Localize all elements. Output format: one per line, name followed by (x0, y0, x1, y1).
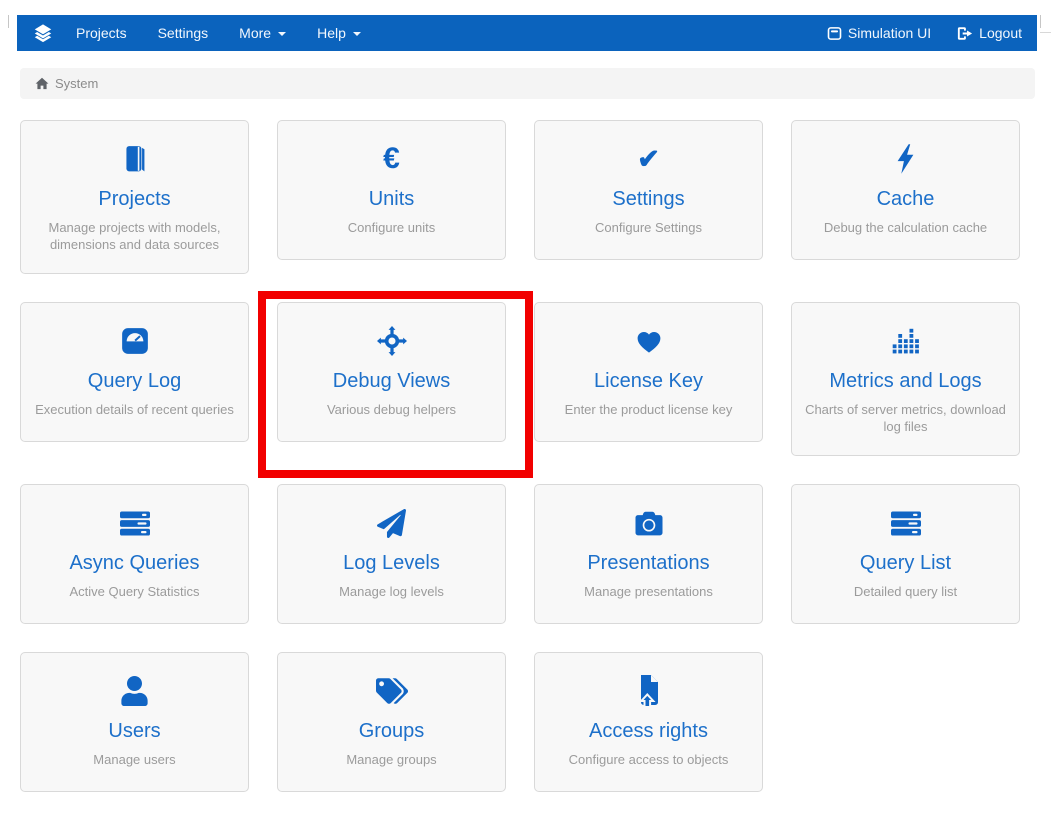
card-title: Access rights (543, 719, 754, 743)
navbar-right: Simulation UI Logout (827, 25, 1022, 41)
frame-artifact (1040, 32, 1051, 33)
card-description: Various debug helpers (286, 401, 497, 418)
nav-item-logout[interactable]: Logout (957, 25, 1022, 41)
tasks-icon (800, 506, 1011, 540)
equalizer-icon (800, 324, 1011, 358)
frame-artifact (1040, 15, 1041, 28)
card-async-queries[interactable]: Async Queries Active Query Statistics (20, 484, 249, 624)
tasks-icon (29, 506, 240, 540)
heart-icon (543, 324, 754, 358)
card-units[interactable]: € Units Configure units (277, 120, 506, 260)
card-description: Manage log levels (286, 583, 497, 600)
card-description: Active Query Statistics (29, 583, 240, 600)
card-log-levels[interactable]: Log Levels Manage log levels (277, 484, 506, 624)
navbar-left: Projects Settings More Help (76, 25, 361, 41)
card-description: Manage users (29, 751, 240, 768)
nav-item-label: More (239, 25, 271, 41)
card-title: Log Levels (286, 551, 497, 575)
home-icon (35, 77, 49, 90)
card-debug-views[interactable]: Debug Views Various debug helpers (277, 302, 506, 442)
breadcrumb-label: System (55, 76, 98, 91)
user-icon (29, 674, 240, 708)
card-description: Debug the calculation cache (800, 219, 1011, 236)
nav-item-settings[interactable]: Settings (158, 25, 209, 41)
camera-icon (543, 506, 754, 540)
nav-item-label: Help (317, 25, 346, 41)
file-upload-icon (543, 674, 754, 708)
card-license-key[interactable]: License Key Enter the product license ke… (534, 302, 763, 442)
cards-grid: Projects Manage projects with models, di… (17, 120, 1037, 792)
book-icon (29, 142, 240, 176)
card-title: Debug Views (286, 369, 497, 393)
check-icon: ✔ (543, 142, 754, 176)
card-title: Cache (800, 187, 1011, 211)
card-description: Configure Settings (543, 219, 754, 236)
euro-icon: € (286, 142, 497, 176)
card-title: Query Log (29, 369, 240, 393)
card-description: Detailed query list (800, 583, 1011, 600)
scale-icon (29, 324, 240, 358)
breadcrumb-item-system[interactable]: System (35, 76, 98, 91)
card-title: Users (29, 719, 240, 743)
card-description: Enter the product license key (543, 401, 754, 418)
card-description: Configure access to objects (543, 751, 754, 768)
card-description: Charts of server metrics, download log f… (800, 401, 1011, 435)
bolt-icon (800, 142, 1011, 176)
caret-down-icon (278, 32, 286, 36)
card-description: Manage groups (286, 751, 497, 768)
caret-down-icon (353, 32, 361, 36)
card-groups[interactable]: Groups Manage groups (277, 652, 506, 792)
nav-item-simulation-ui[interactable]: Simulation UI (827, 25, 931, 41)
nav-item-more[interactable]: More (239, 25, 286, 41)
card-description: Configure units (286, 219, 497, 236)
logout-icon (957, 26, 973, 41)
card-title: Presentations (543, 551, 754, 575)
card-presentations[interactable]: Presentations Manage presentations (534, 484, 763, 624)
card-title: Query List (800, 551, 1011, 575)
page: Projects Settings More Help (17, 15, 1037, 792)
card-query-list[interactable]: Query List Detailed query list (791, 484, 1020, 624)
card-title: Settings (543, 187, 754, 211)
card-projects[interactable]: Projects Manage projects with models, di… (20, 120, 249, 274)
nav-item-label: Settings (158, 25, 209, 41)
card-query-log[interactable]: Query Log Execution details of recent qu… (20, 302, 249, 442)
frame-artifact (8, 15, 9, 28)
card-title: License Key (543, 369, 754, 393)
card-title: Groups (286, 719, 497, 743)
crosshairs-icon (286, 324, 497, 358)
window-icon (827, 26, 842, 41)
top-navbar: Projects Settings More Help (17, 15, 1037, 51)
card-title: Metrics and Logs (800, 369, 1011, 393)
card-cache[interactable]: Cache Debug the calculation cache (791, 120, 1020, 260)
card-access-rights[interactable]: Access rights Configure access to object… (534, 652, 763, 792)
card-description: Execution details of recent queries (29, 401, 240, 418)
nav-item-label: Projects (76, 25, 127, 41)
card-users[interactable]: Users Manage users (20, 652, 249, 792)
nav-item-projects[interactable]: Projects (76, 25, 127, 41)
tags-icon (286, 674, 497, 708)
layers-icon (32, 22, 54, 44)
nav-item-label: Simulation UI (848, 25, 931, 41)
paper-plane-icon (286, 506, 497, 540)
nav-item-label: Logout (979, 25, 1022, 41)
card-title: Units (286, 187, 497, 211)
card-settings[interactable]: ✔ Settings Configure Settings (534, 120, 763, 260)
card-description: Manage presentations (543, 583, 754, 600)
card-metrics-and-logs[interactable]: Metrics and Logs Charts of server metric… (791, 302, 1020, 456)
nav-item-help[interactable]: Help (317, 25, 361, 41)
card-description: Manage projects with models, dimensions … (29, 219, 240, 253)
brand-link[interactable] (32, 22, 54, 44)
card-title: Async Queries (29, 551, 240, 575)
card-title: Projects (29, 187, 240, 211)
breadcrumb: System (20, 68, 1035, 99)
